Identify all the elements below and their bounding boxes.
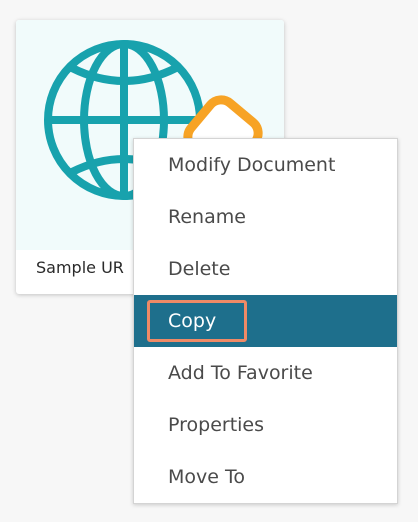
document-name[interactable]: Sample UR [36,258,124,277]
menu-item-modify-document[interactable]: Modify Document [134,139,397,191]
menu-item-label: Rename [168,206,246,228]
context-menu: Modify Document Rename Delete Copy Add T… [133,138,398,504]
menu-item-label: Modify Document [168,154,336,176]
menu-item-properties[interactable]: Properties [134,399,397,451]
menu-item-label: Copy [168,310,217,332]
menu-item-delete[interactable]: Delete [134,243,397,295]
menu-item-add-to-favorite[interactable]: Add To Favorite [134,347,397,399]
menu-item-rename[interactable]: Rename [134,191,397,243]
menu-item-move-to[interactable]: Move To [134,451,397,503]
menu-item-label: Delete [168,258,231,280]
menu-item-label: Add To Favorite [168,362,313,384]
menu-item-label: Properties [168,414,265,436]
menu-item-copy[interactable]: Copy [134,295,397,347]
menu-item-label: Move To [168,466,245,488]
